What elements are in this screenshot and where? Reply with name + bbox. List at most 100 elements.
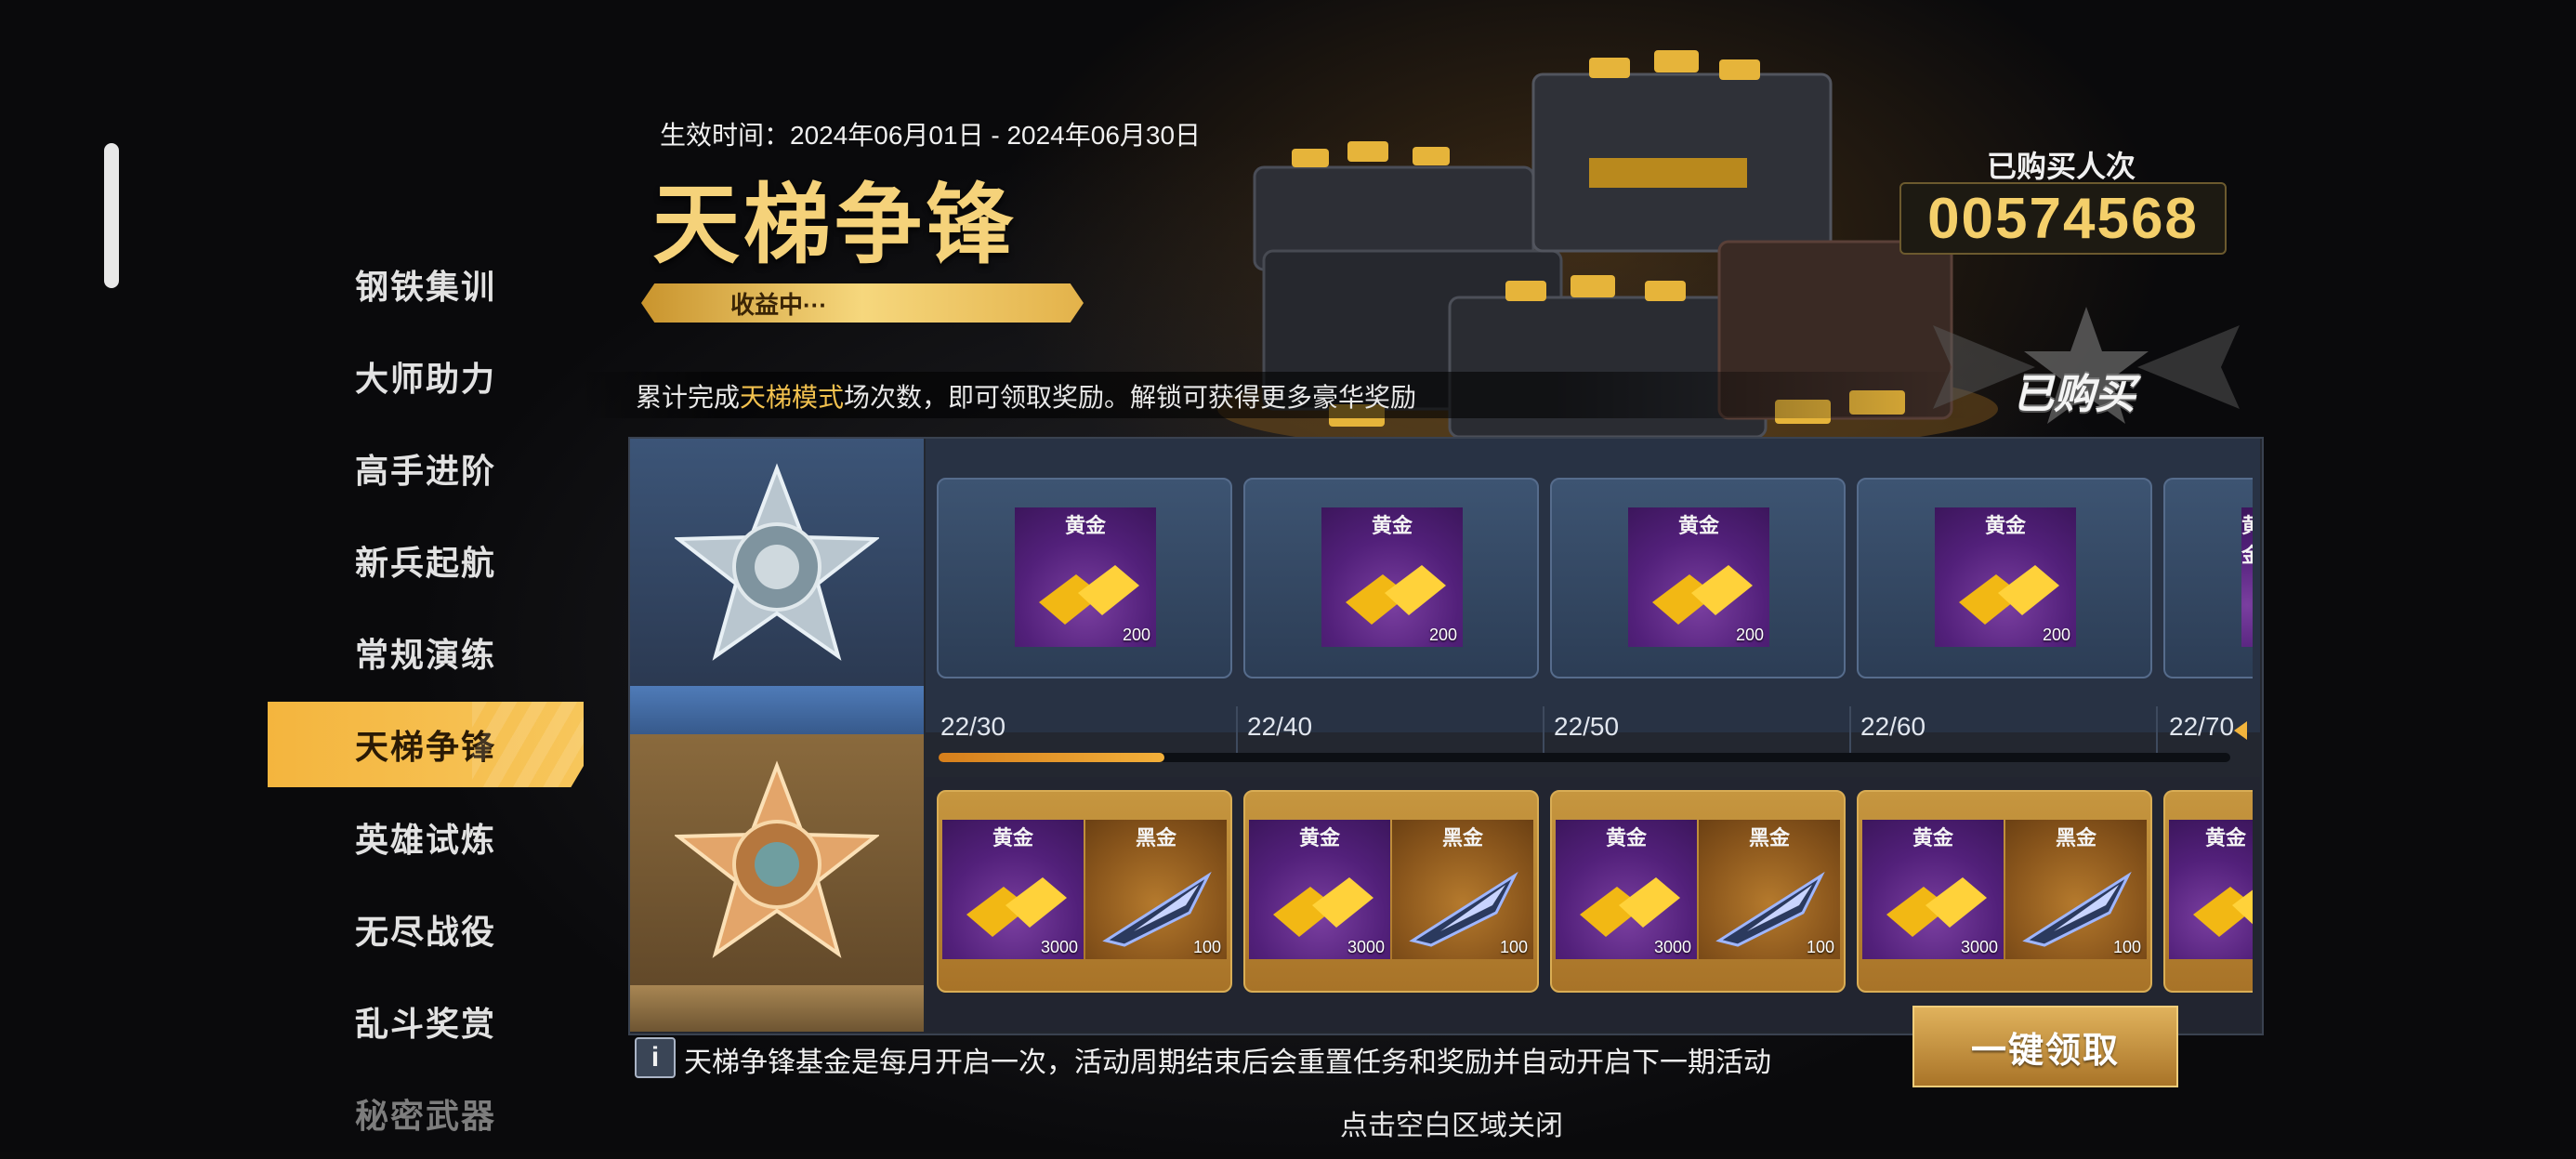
item-label: 黄金: [2204, 826, 2246, 849]
item-label: 黄金: [1064, 514, 1106, 537]
item-quantity: 100: [1499, 938, 1528, 956]
purchase-count-label: 已购买人次: [1987, 150, 2136, 183]
milestone-divider: [2156, 706, 2158, 753]
scroll-right-arrow-icon[interactable]: [2234, 721, 2247, 740]
item-quantity: 200: [1735, 626, 1764, 644]
milestone-divider: [1236, 706, 1238, 753]
premium-reward-card-partial[interactable]: 黄金: [2163, 790, 2253, 993]
item-quantity: 100: [1192, 938, 1221, 956]
free-reward-card-partial[interactable]: 黄金: [2163, 478, 2253, 678]
event-title: 天梯争锋: [652, 176, 1018, 273]
blackgold-item: 黑金 100: [2005, 820, 2147, 959]
milestone-label: 22/50: [1554, 712, 1620, 741]
validity-period: 生效时间：2024年06月01日 - 2024年06月30日: [660, 121, 1202, 150]
desc-suffix: 场次数，即可领取奖励。解锁可获得更多豪华奖励: [844, 383, 1417, 412]
gold-item: 黄金 3000: [942, 820, 1084, 959]
scroll-handle[interactable]: [104, 143, 119, 288]
item-quantity: 200: [1122, 626, 1150, 644]
item-label: 黄金: [1298, 826, 1340, 849]
event-description: 累计完成天梯模式场次数，即可领取奖励。解锁可获得更多豪华奖励: [636, 377, 1416, 415]
gold-bars-icon: [1580, 877, 1680, 937]
item-label: 黄金: [1371, 514, 1413, 537]
gold-bars-icon: [1886, 877, 1987, 937]
sidebar-item-recruit-launch[interactable]: 新兵起航: [268, 514, 584, 606]
silver-medal-icon: [675, 463, 879, 661]
gold-item: 黄金 200: [1935, 507, 2076, 647]
item-label: 黑金: [1135, 826, 1176, 849]
blackgold-blade-icon: [1409, 871, 1518, 947]
sidebar-item-expert-advance[interactable]: 高手进阶: [268, 422, 584, 514]
gold-item: 黄金 3000: [1556, 820, 1697, 959]
sidebar: 钢铁集训 大师助力 高手进阶 新兵起航 常规演练 天梯争锋 英雄试炼 无尽战役 …: [268, 238, 584, 1159]
item-quantity: 3000: [1347, 938, 1385, 956]
blackgold-item: 黑金 100: [1085, 820, 1227, 959]
claim-all-button[interactable]: 一键领取: [1912, 1006, 2178, 1087]
item-quantity: 200: [1428, 626, 1457, 644]
sidebar-item-hero-trial[interactable]: 英雄试炼: [268, 791, 584, 883]
blackgold-blade-icon: [1715, 871, 1825, 947]
milestone-label: 22/40: [1247, 712, 1313, 741]
status-text: 收益中···: [730, 290, 827, 319]
item-label: 黄金: [1677, 514, 1719, 537]
premium-reward-card[interactable]: 黄金 3000 黑金 100: [1243, 790, 1539, 993]
gold-item: 黄金 3000: [1249, 820, 1390, 959]
gold-medal-icon: [675, 760, 879, 958]
gold-bars-icon: [1039, 565, 1139, 625]
free-reward-card[interactable]: 黄金 200: [1243, 478, 1539, 678]
item-label: 黄金: [992, 826, 1033, 849]
free-tier-divider: [630, 686, 924, 734]
gold-item: 黄金: [2241, 507, 2253, 647]
milestone-label: 22/70: [2169, 712, 2235, 741]
purchase-counter: 00574568: [1899, 182, 2227, 255]
premium-reward-card[interactable]: 黄金 3000 黑金 100: [1550, 790, 1846, 993]
blackgold-item: 黑金 100: [1392, 820, 1533, 959]
sidebar-item-ladder[interactable]: 天梯争锋: [268, 702, 584, 787]
gold-bars-icon: [1273, 877, 1373, 937]
desc-highlight: 天梯模式: [740, 383, 845, 412]
gold-bars-icon: [1346, 565, 1446, 625]
gold-item: 黄金 200: [1628, 507, 1769, 647]
close-hint[interactable]: 点击空白区域关闭: [1340, 1102, 1563, 1143]
gold-item: 黄金 200: [1321, 507, 1463, 647]
sidebar-item-secret-weapon[interactable]: 秘密武器: [268, 1067, 584, 1159]
premium-reward-card[interactable]: 黄金 3000 黑金 100: [1857, 790, 2152, 993]
sidebar-item-master-boost[interactable]: 大师助力: [268, 330, 584, 422]
milestone-divider: [1849, 706, 1851, 753]
progress-bar-fill: [939, 753, 1165, 762]
gold-bars-icon: [966, 877, 1067, 937]
milestone-label: 22/60: [1860, 712, 1926, 741]
gold-item: 黄金: [2169, 820, 2253, 959]
milestone-divider: [1543, 706, 1544, 753]
blackgold-blade-icon: [1102, 871, 1212, 947]
item-label: 黑金: [1441, 826, 1483, 849]
info-icon[interactable]: i: [635, 1037, 676, 1078]
desc-prefix: 累计完成: [636, 383, 741, 412]
activity-note: 天梯争锋基金是每月开启一次，活动周期结束后会重置任务和奖励并自动开启下一期活动: [684, 1047, 1771, 1078]
progress-bar: [939, 753, 2230, 762]
item-label: 黄金: [1912, 826, 1953, 849]
gold-bars-icon: [1652, 565, 1753, 625]
item-label: 黑金: [2055, 826, 2096, 849]
purchased-badge: 已购买: [2013, 372, 2136, 417]
status-pill: 收益中···: [641, 283, 1084, 323]
free-reward-card[interactable]: 黄金 200: [1550, 478, 1846, 678]
gold-item: 黄金 3000: [1862, 820, 2004, 959]
sidebar-item-endless-campaign[interactable]: 无尽战役: [268, 883, 584, 975]
blackgold-blade-icon: [2022, 871, 2132, 947]
free-reward-card[interactable]: 黄金 200: [1857, 478, 2152, 678]
gold-item: 黄金 200: [1015, 507, 1156, 647]
item-quantity: 100: [2112, 938, 2141, 956]
item-label: 黑金: [1748, 826, 1790, 849]
free-reward-card[interactable]: 黄金 200: [937, 478, 1232, 678]
item-quantity: 3000: [1653, 938, 1691, 956]
premium-reward-card[interactable]: 黄金 3000 黑金 100: [937, 790, 1232, 993]
item-label: 黄金: [1984, 514, 2026, 537]
item-quantity: 3000: [1040, 938, 1078, 956]
item-quantity: 200: [2042, 626, 2070, 644]
sidebar-item-steel-training[interactable]: 钢铁集训: [268, 238, 584, 330]
milestone-label: 22/30: [940, 712, 1006, 741]
sidebar-item-regular-drill[interactable]: 常规演练: [268, 606, 584, 698]
sidebar-item-brawl-reward[interactable]: 乱斗奖赏: [268, 975, 584, 1067]
blackgold-item: 黑金 100: [1699, 820, 1840, 959]
item-quantity: 3000: [1960, 938, 1998, 956]
